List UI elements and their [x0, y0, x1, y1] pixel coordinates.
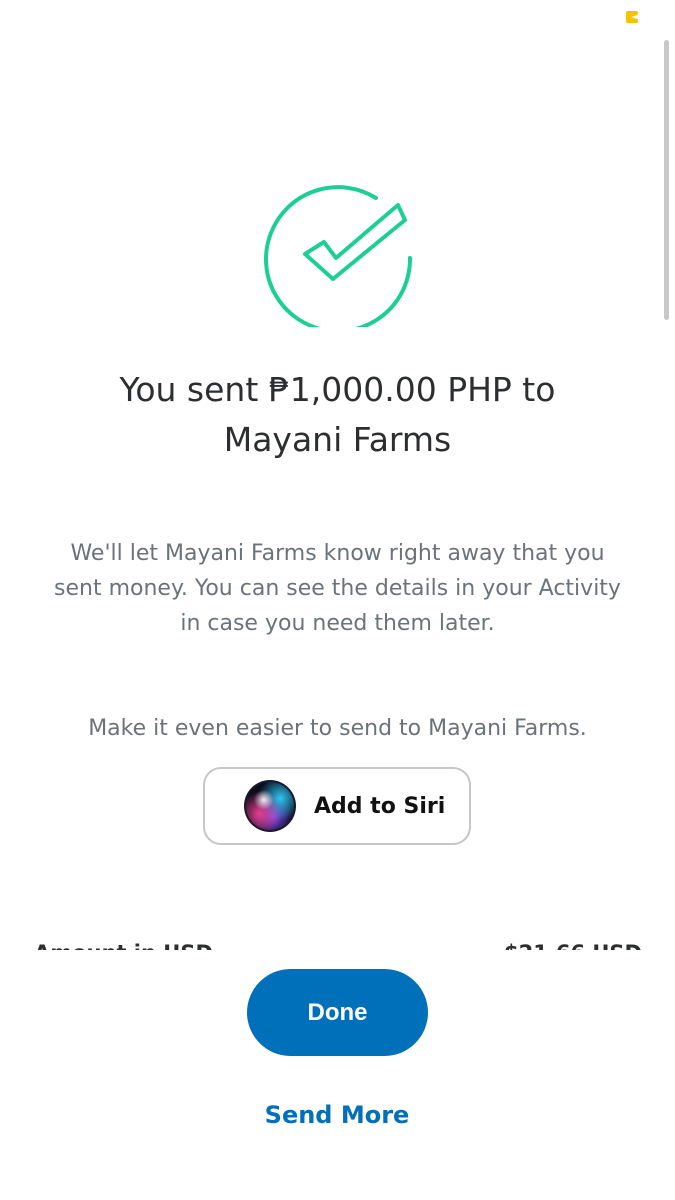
confirmation-description: We'll let Mayani Farms know right away t…	[54, 541, 621, 636]
siri-prompt-text: Make it even easier to send to Mayani Fa…	[88, 716, 587, 741]
add-to-siri-label: Add to Siri	[314, 793, 446, 819]
headline-line-recipient: Mayani Farms	[223, 420, 452, 459]
siri-icon	[244, 780, 296, 832]
scrollbar[interactable]	[664, 40, 669, 320]
success-check-icon	[258, 182, 418, 327]
add-to-siri-button[interactable]: Add to Siri	[203, 767, 471, 845]
done-button[interactable]: Done	[247, 969, 428, 1056]
send-more-link[interactable]: Send More	[237, 1095, 437, 1135]
payment-confirmation-screen: You sent ₱1,000.00 PHP to Mayani Farms W…	[0, 0, 675, 1200]
confirmation-headline: You sent ₱1,000.00 PHP to Mayani Farms	[40, 365, 635, 465]
headline-line-amount: You sent ₱1,000.00 PHP to	[119, 370, 556, 409]
status-flag-icon	[626, 11, 638, 23]
